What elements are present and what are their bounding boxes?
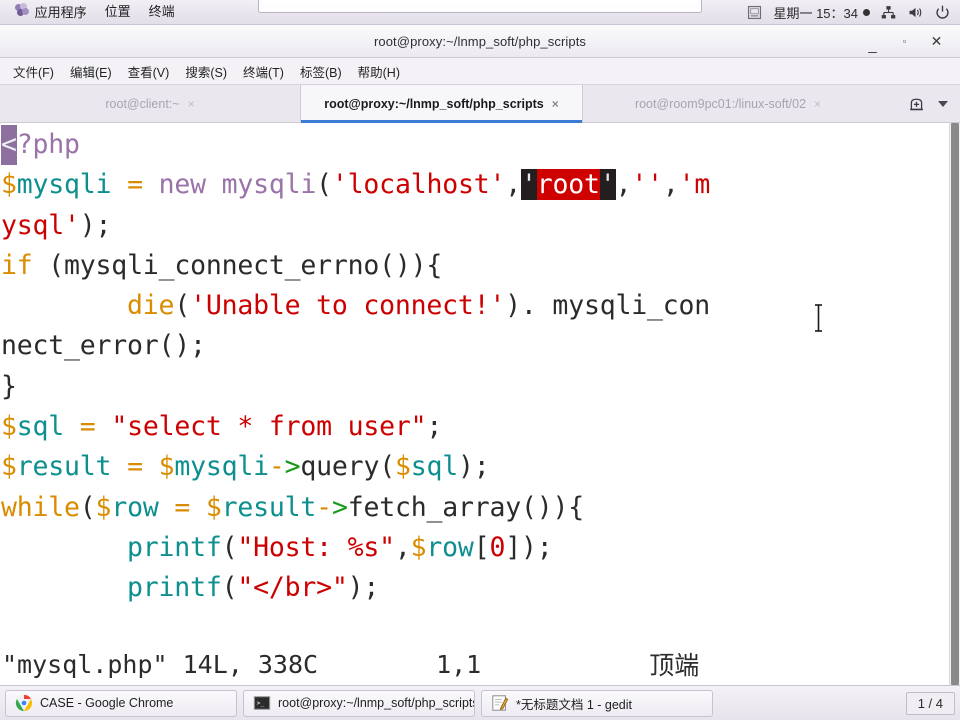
keyboard-icon[interactable] [746, 4, 763, 21]
status-scroll-location: 顶端 [649, 651, 700, 680]
new-tab-icon[interactable] [908, 95, 925, 112]
tab-label: root@proxy:~/lnmp_soft/php_scripts [324, 96, 544, 111]
taskbar-label: CASE - Google Chrome [40, 696, 174, 710]
panel-status-area: 星期一 15：34 [746, 3, 960, 22]
taskbar-label: root@proxy:~/lnmp_soft/php_scripts [278, 696, 475, 710]
gedit-icon [492, 695, 509, 711]
minimize-button[interactable]: _ [866, 38, 879, 53]
chrome-icon [15, 694, 33, 712]
close-button[interactable]: ✕ [930, 34, 943, 48]
taskbar-gedit[interactable]: *无标题文档 1 - gedit [481, 689, 713, 717]
menubar: 文件(F) 编辑(E) 查看(V) 搜索(S) 终端(T) 标签(B) 帮助(H… [0, 58, 960, 85]
menu-help[interactable]: 帮助(H) [350, 59, 408, 84]
background-window-edge-inner [262, 0, 698, 5]
tab-close-icon[interactable]: × [188, 97, 195, 111]
clock-label: 星期一 15：34 [773, 5, 858, 21]
status-file-info: "mysql.php" 14L, 338C [2, 649, 319, 679]
power-icon-svg [936, 5, 949, 19]
window-controls: _ ▫ ✕ [866, 34, 960, 53]
chevron-down-icon[interactable] [938, 100, 948, 107]
window-titlebar[interactable]: root@proxy:~/lnmp_soft/php_scripts _ ▫ ✕ [0, 25, 960, 58]
taskbar: CASE - Google Chrome >_ root@proxy:~/lnm… [0, 685, 960, 720]
terminal-text: <?php $mysqli = new mysqli('localhost','… [0, 123, 949, 685]
terminal-content-area[interactable]: <?php $mysqli = new mysqli('localhost','… [0, 123, 960, 685]
keyboard-icon-svg [748, 5, 762, 19]
vim-block-cursor: < [1, 125, 17, 166]
power-icon[interactable] [934, 4, 951, 21]
menu-tabs[interactable]: 标签(B) [292, 59, 350, 84]
volume-icon-svg [909, 7, 922, 17]
network-icon-svg [881, 5, 896, 18]
panel-menu-group: 应用程序 位置 终端 [0, 1, 184, 24]
tab-close-icon[interactable]: × [552, 97, 559, 111]
recording-dot-icon [863, 8, 870, 16]
tab-tools [898, 85, 960, 122]
menu-edit[interactable]: 编辑(E) [62, 59, 120, 84]
window-title: root@proxy:~/lnmp_soft/php_scripts [373, 33, 587, 49]
tab-close-icon[interactable]: × [814, 97, 821, 111]
terminal-scrollbar[interactable] [949, 123, 960, 685]
vim-status-line: "mysql.php" 14L, 338C 1,1 顶端 [0, 643, 949, 685]
network-icon[interactable] [880, 4, 897, 21]
scrollbar-thumb[interactable] [951, 123, 959, 685]
terminal-menu[interactable]: 终端 [140, 1, 184, 23]
maximize-button[interactable]: ▫ [898, 36, 911, 46]
svg-text:>_: >_ [257, 700, 265, 707]
workspace-switcher[interactable]: 1 / 4 [905, 691, 955, 715]
status-cursor-position: 1,1 [436, 649, 482, 679]
tab-label: root@room9pc01:/linux-soft/02 [634, 96, 807, 111]
tab-root-client[interactable]: root@client:~ × [0, 85, 300, 122]
terminal-icon: >_ [253, 696, 271, 710]
tab-bar: root@client:~ × root@proxy:~/lnmp_soft/p… [0, 85, 960, 123]
taskbar-chrome[interactable]: CASE - Google Chrome [5, 689, 237, 717]
terminal-window: root@proxy:~/lnmp_soft/php_scripts _ ▫ ✕… [0, 25, 960, 685]
tab-label: root@client:~ [105, 96, 180, 111]
menu-view[interactable]: 查看(V) [120, 59, 178, 84]
new-tab-icon-svg [910, 98, 923, 111]
volume-icon[interactable] [907, 4, 924, 21]
tab-root-room9pc01[interactable]: root@room9pc01:/linux-soft/02 × [583, 85, 873, 122]
taskbar-label: *无标题文档 1 - gedit [516, 697, 633, 712]
menu-search[interactable]: 搜索(S) [177, 59, 235, 84]
clock[interactable]: 星期一 15：34 [773, 3, 870, 22]
menu-terminal[interactable]: 终端(T) [235, 59, 292, 84]
places-menu[interactable]: 位置 [96, 1, 140, 23]
applications-icon [15, 2, 29, 17]
applications-menu-label: 应用程序 [34, 4, 87, 20]
applications-menu[interactable]: 应用程序 [6, 1, 96, 24]
menu-file[interactable]: 文件(F) [5, 59, 62, 84]
tab-root-proxy[interactable]: root@proxy:~/lnmp_soft/php_scripts × [300, 85, 583, 123]
taskbar-terminal[interactable]: >_ root@proxy:~/lnmp_soft/php_scripts [243, 689, 475, 717]
